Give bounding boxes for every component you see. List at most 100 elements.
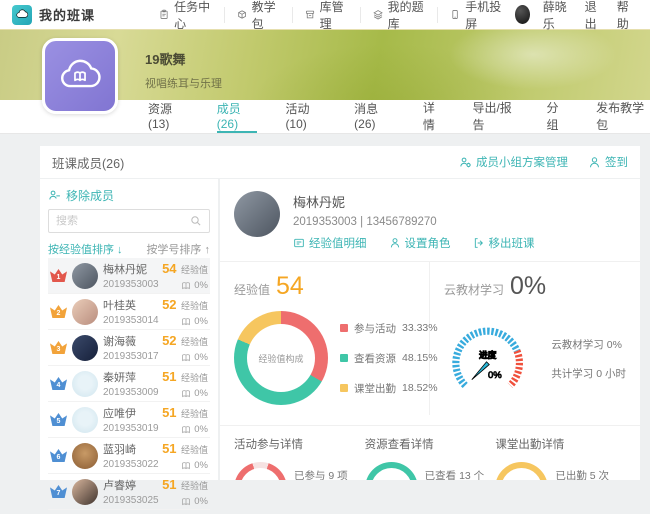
tab-export-report[interactable]: 导出/报告	[472, 100, 518, 133]
nav-question-bank[interactable]: 我的题库	[361, 7, 439, 23]
phone-icon	[450, 8, 460, 21]
cloud-study-title: 云教材学习	[444, 281, 504, 298]
member-avatar	[72, 371, 98, 397]
main-content: 班课成员(26) 成员小组方案管理 签到 移除成员 按经验值排序	[0, 134, 650, 480]
member-experience: 54 经验值	[162, 260, 208, 278]
rank-crown-icon: 7	[50, 485, 67, 498]
member-list-item[interactable]: 4 秦妍萍 2019353009 51 经验值 0%	[48, 366, 210, 402]
sort-by-experience[interactable]: 按经验值排序 ↓	[48, 241, 123, 254]
logout-link[interactable]: 退出	[585, 0, 604, 32]
member-list-item[interactable]: 5 应唯伊 2019353019 51 经验值 0%	[48, 402, 210, 438]
rank-crown-icon: 5	[50, 413, 67, 426]
member-study-percent: 0%	[162, 280, 208, 291]
progress-gauge-chart: 进度 0%	[444, 311, 539, 407]
legend-swatch	[340, 324, 348, 332]
cloud-book-icon	[57, 53, 103, 99]
member-detail-panel: 梅林丹妮 2019353003 | 13456789270 经验值明细 设置角色	[220, 179, 640, 480]
rank-crown-icon: 3	[50, 341, 67, 354]
member-name: 梅林丹妮	[103, 261, 157, 277]
search-input[interactable]	[56, 215, 190, 227]
member-list-item-partial[interactable]	[48, 510, 210, 514]
member-list: 1 梅林丹妮 2019353003 54 经验值 0% 2 叶桂英 201935…	[48, 258, 210, 514]
tab-publish-package[interactable]: 发布教学包	[596, 100, 650, 133]
tab-details[interactable]: 详情	[423, 100, 445, 133]
legend-swatch	[340, 354, 348, 362]
cloud-study-value: 0%	[510, 272, 546, 301]
member-detail-avatar	[234, 191, 280, 237]
experience-detail-link[interactable]: 经验值明细	[293, 235, 367, 251]
tab-members[interactable]: 成员(26)	[217, 100, 258, 133]
member-list-item[interactable]: 6 蓝羽崎 2019353022 51 经验值 0%	[48, 438, 210, 474]
member-avatar	[72, 479, 98, 505]
experience-donut-chart: 经验值构成	[234, 311, 328, 405]
class-info: 19歌舞 视唱练耳与乐理	[145, 49, 222, 91]
member-search	[48, 209, 210, 233]
section-title: 班课成员(26)	[52, 153, 124, 172]
member-list-item[interactable]: 7 卢睿婷 2019353025 51 经验值 0%	[48, 474, 210, 510]
nav-teaching-package[interactable]: 教学包	[225, 7, 293, 23]
top-nav: 任务中心 教学包 库管理 我的题库 手机投屏	[147, 7, 515, 23]
tab-messages[interactable]: 消息(26)	[354, 100, 395, 133]
member-experience: 51 经验值	[162, 368, 208, 386]
member-list-item[interactable]: 1 梅林丹妮 2019353003 54 经验值 0%	[48, 258, 210, 294]
attendance-ring-chart: 100.00%	[495, 462, 548, 480]
member-name: 卢睿婷	[103, 477, 157, 493]
tab-grouping[interactable]: 分组	[547, 100, 569, 133]
clipboard-icon	[159, 8, 169, 21]
tab-activities[interactable]: 活动(10)	[285, 100, 326, 133]
nav-task-center[interactable]: 任务中心	[147, 7, 225, 23]
member-study-percent: 0%	[162, 496, 208, 507]
member-detail-name: 梅林丹妮	[293, 192, 535, 211]
member-name: 蓝羽崎	[103, 441, 157, 457]
member-list-item[interactable]: 3 谢海薇 2019353017 52 经验值 0%	[48, 330, 210, 366]
book-icon	[181, 461, 191, 471]
member-experience: 52 经验值	[162, 332, 208, 350]
layers-icon	[373, 8, 383, 21]
member-name: 秦妍萍	[103, 369, 157, 385]
rank-crown-icon: 1	[50, 269, 67, 282]
member-list-item[interactable]: 2 叶桂英 2019353014 52 经验值 0%	[48, 294, 210, 330]
rank-crown-icon: 6	[50, 449, 67, 462]
member-name: 叶桂英	[103, 297, 157, 313]
tab-resources[interactable]: 资源(13)	[148, 100, 189, 133]
class-name: 19歌舞	[145, 49, 222, 68]
checkin-link[interactable]: 签到	[588, 154, 628, 170]
person-icon	[389, 237, 401, 249]
set-role-link[interactable]: 设置角色	[389, 235, 451, 251]
experience-panel: 经验值 54 经验值构成 参与活动33.33% 查看资源48.15% 课堂出勤1…	[234, 262, 430, 415]
experience-title: 经验值	[234, 281, 270, 298]
card-icon	[293, 237, 305, 249]
member-avatar	[72, 263, 98, 289]
remove-member-button[interactable]: 移除成员	[48, 187, 210, 203]
person-minus-icon	[48, 189, 61, 202]
member-study-percent: 0%	[162, 460, 208, 471]
member-study-percent: 0%	[162, 352, 208, 363]
person-icon	[588, 156, 601, 169]
member-name: 应唯伊	[103, 405, 157, 421]
nav-library-manage[interactable]: 库管理	[293, 7, 361, 23]
remove-from-class-link[interactable]: 移出班课	[473, 235, 535, 251]
person-gear-icon	[459, 156, 472, 169]
book-icon	[181, 425, 191, 435]
member-experience: 51 经验值	[162, 404, 208, 422]
donut-legend: 参与活动33.33% 查看资源48.15% 课堂出勤18.52%	[340, 321, 438, 396]
member-avatar	[72, 299, 98, 325]
book-icon	[181, 389, 191, 399]
app-name: 我的班课	[39, 5, 95, 24]
member-list-panel: 移除成员 按经验值排序 ↓ 按学号排序 ↑ 1 梅林丹妮 2019353003 …	[40, 179, 218, 480]
group-manage-link[interactable]: 成员小组方案管理	[459, 154, 568, 170]
app-logo[interactable]: 我的班课	[12, 5, 147, 25]
class-cover-icon	[42, 38, 118, 114]
attendance-detail-panel: 课堂出勤详情 100.00% 已出勤 5 次 当前有效 5 次	[495, 436, 626, 480]
book-icon	[181, 353, 191, 363]
donut-center-label: 经验值构成	[234, 311, 328, 405]
class-banner: 19歌舞 视唱练耳与乐理	[0, 30, 650, 100]
gauge-label: 进度	[479, 349, 497, 360]
help-link[interactable]: 帮助	[617, 0, 636, 32]
sort-by-student-id[interactable]: 按学号排序 ↑	[146, 241, 210, 254]
member-avatar	[72, 443, 98, 469]
search-icon[interactable]	[190, 215, 202, 227]
nav-screen-cast[interactable]: 手机投屏	[438, 7, 515, 23]
user-avatar[interactable]	[515, 5, 530, 24]
book-icon	[181, 497, 191, 507]
